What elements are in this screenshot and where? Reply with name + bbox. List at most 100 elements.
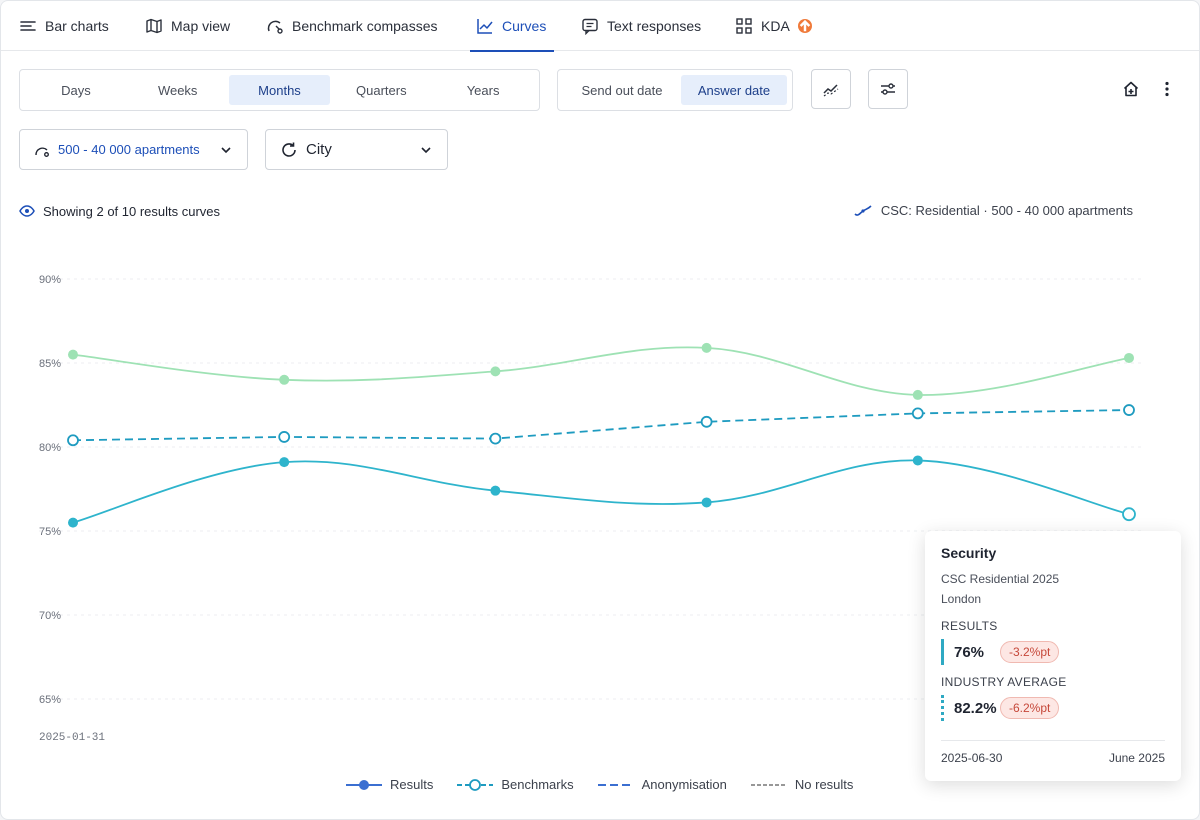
legend-results[interactable]: Results bbox=[346, 777, 433, 792]
tooltip-results-value: 76% bbox=[954, 643, 985, 661]
data-point bbox=[1122, 507, 1136, 522]
data-point bbox=[279, 374, 290, 385]
tab-label: KDA bbox=[761, 18, 790, 34]
chevron-down-icon bbox=[421, 146, 431, 153]
grouping-dropdown[interactable]: City bbox=[265, 129, 448, 170]
home-plus-icon bbox=[1123, 81, 1139, 97]
tooltip-industry-delta: -6.2%pt bbox=[1000, 697, 1060, 719]
date-mode-send-out[interactable]: Send out date bbox=[563, 75, 681, 105]
grid-icon bbox=[736, 18, 752, 34]
data-point bbox=[490, 485, 501, 496]
tab-benchmark-compasses[interactable]: Benchmark compasses bbox=[266, 1, 438, 51]
data-point bbox=[67, 434, 79, 447]
data-point bbox=[68, 517, 78, 528]
data-point bbox=[912, 389, 923, 400]
chevron-down-icon bbox=[221, 146, 231, 153]
period-days[interactable]: Days bbox=[25, 75, 127, 105]
period-quarters[interactable]: Quarters bbox=[330, 75, 432, 105]
legend-label: Benchmarks bbox=[501, 777, 574, 792]
period-weeks[interactable]: Weeks bbox=[127, 75, 229, 105]
data-point bbox=[489, 432, 502, 445]
tab-text-responses[interactable]: Text responses bbox=[581, 1, 701, 51]
data-point bbox=[1123, 404, 1135, 416]
showing-curves-toggle[interactable]: Showing 2 of 10 results curves bbox=[19, 203, 220, 219]
map-icon bbox=[146, 18, 162, 34]
compass-icon bbox=[267, 20, 283, 34]
data-point bbox=[912, 455, 923, 466]
series-line-results bbox=[72, 459, 1130, 524]
trend-button[interactable] bbox=[811, 69, 851, 109]
legend-benchmarks-marker-icon bbox=[457, 778, 494, 791]
legend-no-results-line-icon bbox=[750, 783, 787, 786]
y-tick-label: 65% bbox=[39, 694, 61, 706]
tab-curves[interactable]: Curves bbox=[469, 1, 555, 52]
series-line-benchmarks bbox=[72, 409, 1130, 442]
data-point bbox=[911, 407, 924, 420]
tab-label: Map view bbox=[171, 18, 231, 34]
tooltip-results-label: RESULTS bbox=[941, 619, 998, 633]
legend-anonymisation[interactable]: Anonymisation bbox=[597, 777, 727, 792]
tab-bar-charts[interactable]: Bar charts bbox=[19, 1, 109, 51]
chat-icon bbox=[582, 18, 598, 35]
y-tick-label: 70% bbox=[39, 610, 61, 622]
home-add-button[interactable] bbox=[1121, 79, 1141, 99]
industry-indicator bbox=[941, 695, 944, 721]
tab-label: Curves bbox=[502, 18, 547, 34]
legend-benchmarks[interactable]: Benchmarks bbox=[457, 777, 574, 792]
data-point bbox=[1124, 352, 1134, 363]
date-mode-answer[interactable]: Answer date bbox=[681, 75, 787, 105]
tab-label: Bar charts bbox=[45, 18, 109, 34]
data-point bbox=[700, 415, 713, 428]
y-tick-label: 85% bbox=[39, 358, 61, 370]
legend-results-marker-icon bbox=[346, 779, 382, 790]
y-tick-label: 80% bbox=[39, 442, 61, 454]
tooltip-results-row: 76% -3.2%pt bbox=[941, 639, 1165, 665]
period-months[interactable]: Months bbox=[228, 75, 331, 105]
data-point bbox=[278, 431, 291, 443]
line-chart-icon bbox=[477, 19, 493, 34]
x-tick-label: 2025-01-31 bbox=[39, 732, 105, 744]
period-years[interactable]: Years bbox=[432, 75, 534, 105]
tooltip-industry-label: INDUSTRY AVERAGE bbox=[941, 675, 1067, 689]
tab-label: Benchmark compasses bbox=[292, 18, 438, 34]
legend-label: Anonymisation bbox=[641, 777, 727, 792]
tooltip-results-delta: -3.2%pt bbox=[1000, 641, 1060, 663]
data-point-tooltip: Security CSC Residential 2025 London RES… bbox=[925, 531, 1181, 781]
tooltip-footer: 2025-06-30 June 2025 bbox=[941, 740, 1165, 765]
tooltip-industry-row: 82.2% -6.2%pt bbox=[941, 695, 1165, 721]
curves-page: Bar charts Map view Benchmark compasses … bbox=[0, 0, 1200, 820]
data-point bbox=[701, 497, 712, 508]
data-point bbox=[490, 366, 501, 377]
trend-icon bbox=[823, 84, 839, 97]
y-tick-label: 90% bbox=[39, 274, 61, 286]
chart-legend: Results Benchmarks Anonymisation No resu… bbox=[346, 777, 853, 792]
more-menu-button[interactable] bbox=[1157, 79, 1177, 99]
legend-label: Results bbox=[390, 777, 434, 792]
tooltip-survey: CSC Residential 2025 bbox=[941, 572, 1060, 586]
data-point bbox=[279, 457, 290, 468]
series-tag: CSC: Residential · 500 - 40 000 apartmen… bbox=[853, 203, 1133, 218]
showing-text: Showing 2 of 10 results curves bbox=[43, 203, 221, 219]
tab-map-view[interactable]: Map view bbox=[145, 1, 230, 51]
y-tick-label: 75% bbox=[39, 526, 61, 538]
series-tag-label: CSC: Residential · 500 - 40 000 apartmen… bbox=[880, 203, 1133, 218]
legend-no-results[interactable]: No results bbox=[750, 777, 854, 792]
more-vertical-icon bbox=[1165, 81, 1169, 97]
data-point bbox=[701, 342, 712, 353]
settings-button[interactable] bbox=[868, 69, 908, 109]
bars-icon bbox=[20, 21, 36, 31]
tab-label: Text responses bbox=[607, 18, 702, 34]
series-line-icon bbox=[854, 204, 872, 216]
period-selector: Days Weeks Months Quarters Years bbox=[19, 69, 540, 111]
date-mode-selector: Send out date Answer date bbox=[557, 69, 793, 111]
tooltip-title: Security bbox=[941, 545, 997, 561]
size-filter-dropdown[interactable]: 500 - 40 000 apartments bbox=[19, 129, 248, 170]
data-point bbox=[68, 349, 78, 360]
eye-icon bbox=[19, 205, 35, 217]
tooltip-month: June 2025 bbox=[1108, 751, 1165, 765]
tab-kda[interactable]: KDA bbox=[735, 1, 812, 51]
refresh-icon bbox=[282, 142, 296, 157]
upgrade-badge-icon bbox=[797, 19, 812, 33]
top-nav: Bar charts Map view Benchmark compasses … bbox=[1, 1, 1199, 52]
legend-label: No results bbox=[794, 777, 854, 792]
